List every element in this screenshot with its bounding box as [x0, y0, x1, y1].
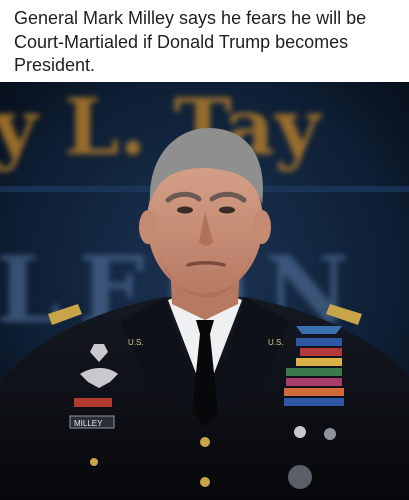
pocket-button	[90, 458, 98, 466]
post-caption: General Mark Milley says he fears he wil…	[0, 0, 409, 82]
combat-infantryman-badge-icon	[296, 326, 342, 334]
skill-badge-icon	[294, 426, 306, 438]
identification-badge-icon	[288, 465, 312, 489]
skill-badge-icon-2	[324, 428, 336, 440]
jacket-button-2	[200, 477, 210, 487]
left-lapel-insignia: U.S.	[128, 338, 144, 347]
right-ear	[253, 210, 271, 244]
post-photo[interactable]: y L. Tay LEON	[0, 82, 409, 500]
name-plate-text: MILLEY	[74, 419, 103, 428]
caption-text: General Mark Milley says he fears he wil…	[14, 8, 367, 75]
jacket-button-1	[200, 437, 210, 447]
right-eye	[219, 206, 235, 214]
left-eye	[177, 206, 193, 214]
left-ear	[139, 210, 157, 244]
portrait-illustration: y L. Tay LEON	[0, 82, 409, 500]
right-lapel-insignia: U.S.	[268, 338, 284, 347]
tab-badge	[74, 398, 112, 407]
